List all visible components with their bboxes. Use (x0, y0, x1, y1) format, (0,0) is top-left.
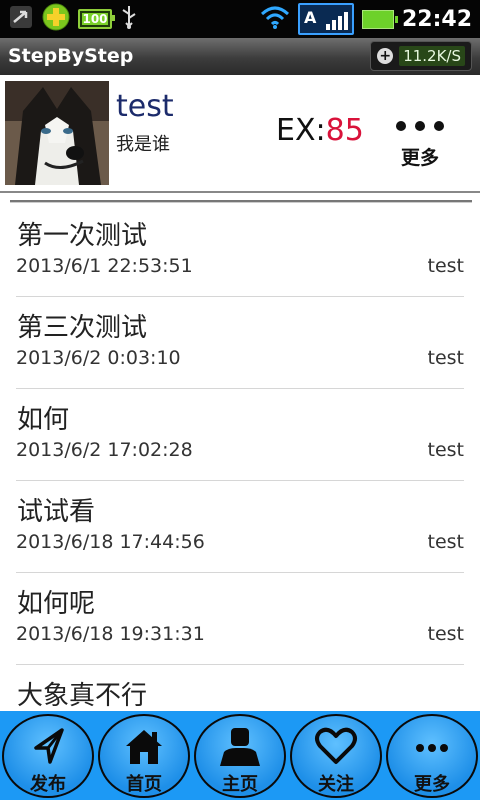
list-item[interactable]: 如何呢 2013/6/18 19:31:31 test (16, 573, 464, 665)
plus-circle-icon: + (377, 48, 394, 64)
nav-follow-label: 关注 (318, 774, 354, 795)
home-icon (100, 726, 188, 766)
item-date: 2013/6/2 0:03:10 (16, 347, 181, 369)
item-user: test (427, 255, 465, 277)
item-title: 如何 (17, 405, 70, 435)
profile-header: test 我是谁 EX:85 更多 (0, 75, 480, 193)
list-item[interactable]: 大象真不行 (16, 665, 464, 711)
list-item[interactable]: 试试看 2013/6/18 17:44:56 test (16, 481, 464, 573)
item-date: 2013/6/1 22:53:51 (16, 255, 193, 277)
list-item[interactable]: 如何 2013/6/2 17:02:28 test (16, 389, 464, 481)
usb-icon (120, 4, 138, 34)
ex-value: 85 (325, 113, 364, 148)
nav-post-label: 发布 (30, 774, 66, 795)
battery-icon (361, 9, 398, 29)
heart-icon (292, 726, 380, 766)
more-dots-icon (392, 121, 448, 131)
profile-more-label: 更多 (400, 147, 439, 169)
list-item[interactable]: 第一次测试 2013/6/1 22:53:51 test (16, 205, 464, 297)
download-plus-icon (42, 3, 70, 35)
clock: 22:42 (401, 6, 472, 32)
wifi-icon (260, 4, 290, 34)
more-dots-icon (388, 726, 476, 766)
item-user: test (427, 623, 465, 645)
item-user: test (427, 531, 465, 553)
item-user: test (427, 439, 465, 461)
profile-more-button[interactable]: 更多 (392, 121, 448, 170)
username[interactable]: test (116, 89, 174, 125)
feed-list[interactable]: 第一次测试 2013/6/1 22:53:51 test 第三次测试 2013/… (0, 205, 480, 711)
nav-follow-button[interactable]: 关注 (290, 714, 382, 798)
item-date: 2013/6/18 19:31:31 (16, 623, 205, 645)
item-title: 如何呢 (17, 589, 96, 619)
person-icon (196, 726, 284, 766)
bottom-nav: 发布 首页 主页 关注 更多 (0, 711, 480, 800)
signal-strength-icon: A (297, 3, 354, 35)
item-title: 试试看 (17, 497, 96, 527)
nav-post-button[interactable]: 发布 (2, 714, 94, 798)
item-date: 2013/6/2 17:02:28 (16, 439, 193, 461)
feed-divider (10, 200, 472, 202)
item-user: test (427, 347, 465, 369)
network-speed-indicator: + 11.2K/S (370, 41, 472, 71)
user-subtitle: 我是谁 (116, 134, 170, 155)
nav-profile-label: 主页 (222, 774, 258, 795)
nav-more-label: 更多 (414, 774, 450, 795)
nav-more-button[interactable]: 更多 (386, 714, 478, 798)
nav-home-button[interactable]: 首页 (98, 714, 190, 798)
item-title: 第三次测试 (17, 313, 148, 343)
send-arrow-icon (4, 726, 92, 766)
ex-label: EX: (276, 113, 326, 148)
app-title: StepByStep (8, 45, 134, 67)
speed-value: 11.2K/S (399, 46, 465, 66)
battery-small-icon: 100 (78, 9, 115, 29)
experience-display: EX:85 (276, 113, 364, 148)
list-item[interactable]: 第三次测试 2013/6/2 0:03:10 test (16, 297, 464, 389)
missed-call-icon (8, 4, 34, 34)
item-title: 第一次测试 (17, 221, 148, 251)
item-title: 大象真不行 (17, 681, 148, 711)
nav-home-label: 首页 (126, 774, 162, 795)
nav-profile-button[interactable]: 主页 (194, 714, 286, 798)
avatar[interactable] (5, 81, 109, 185)
item-date: 2013/6/18 17:44:56 (16, 531, 205, 553)
app-title-bar: StepByStep + 11.2K/S (0, 38, 480, 76)
status-bar: 100 A 22:42 (0, 0, 480, 38)
